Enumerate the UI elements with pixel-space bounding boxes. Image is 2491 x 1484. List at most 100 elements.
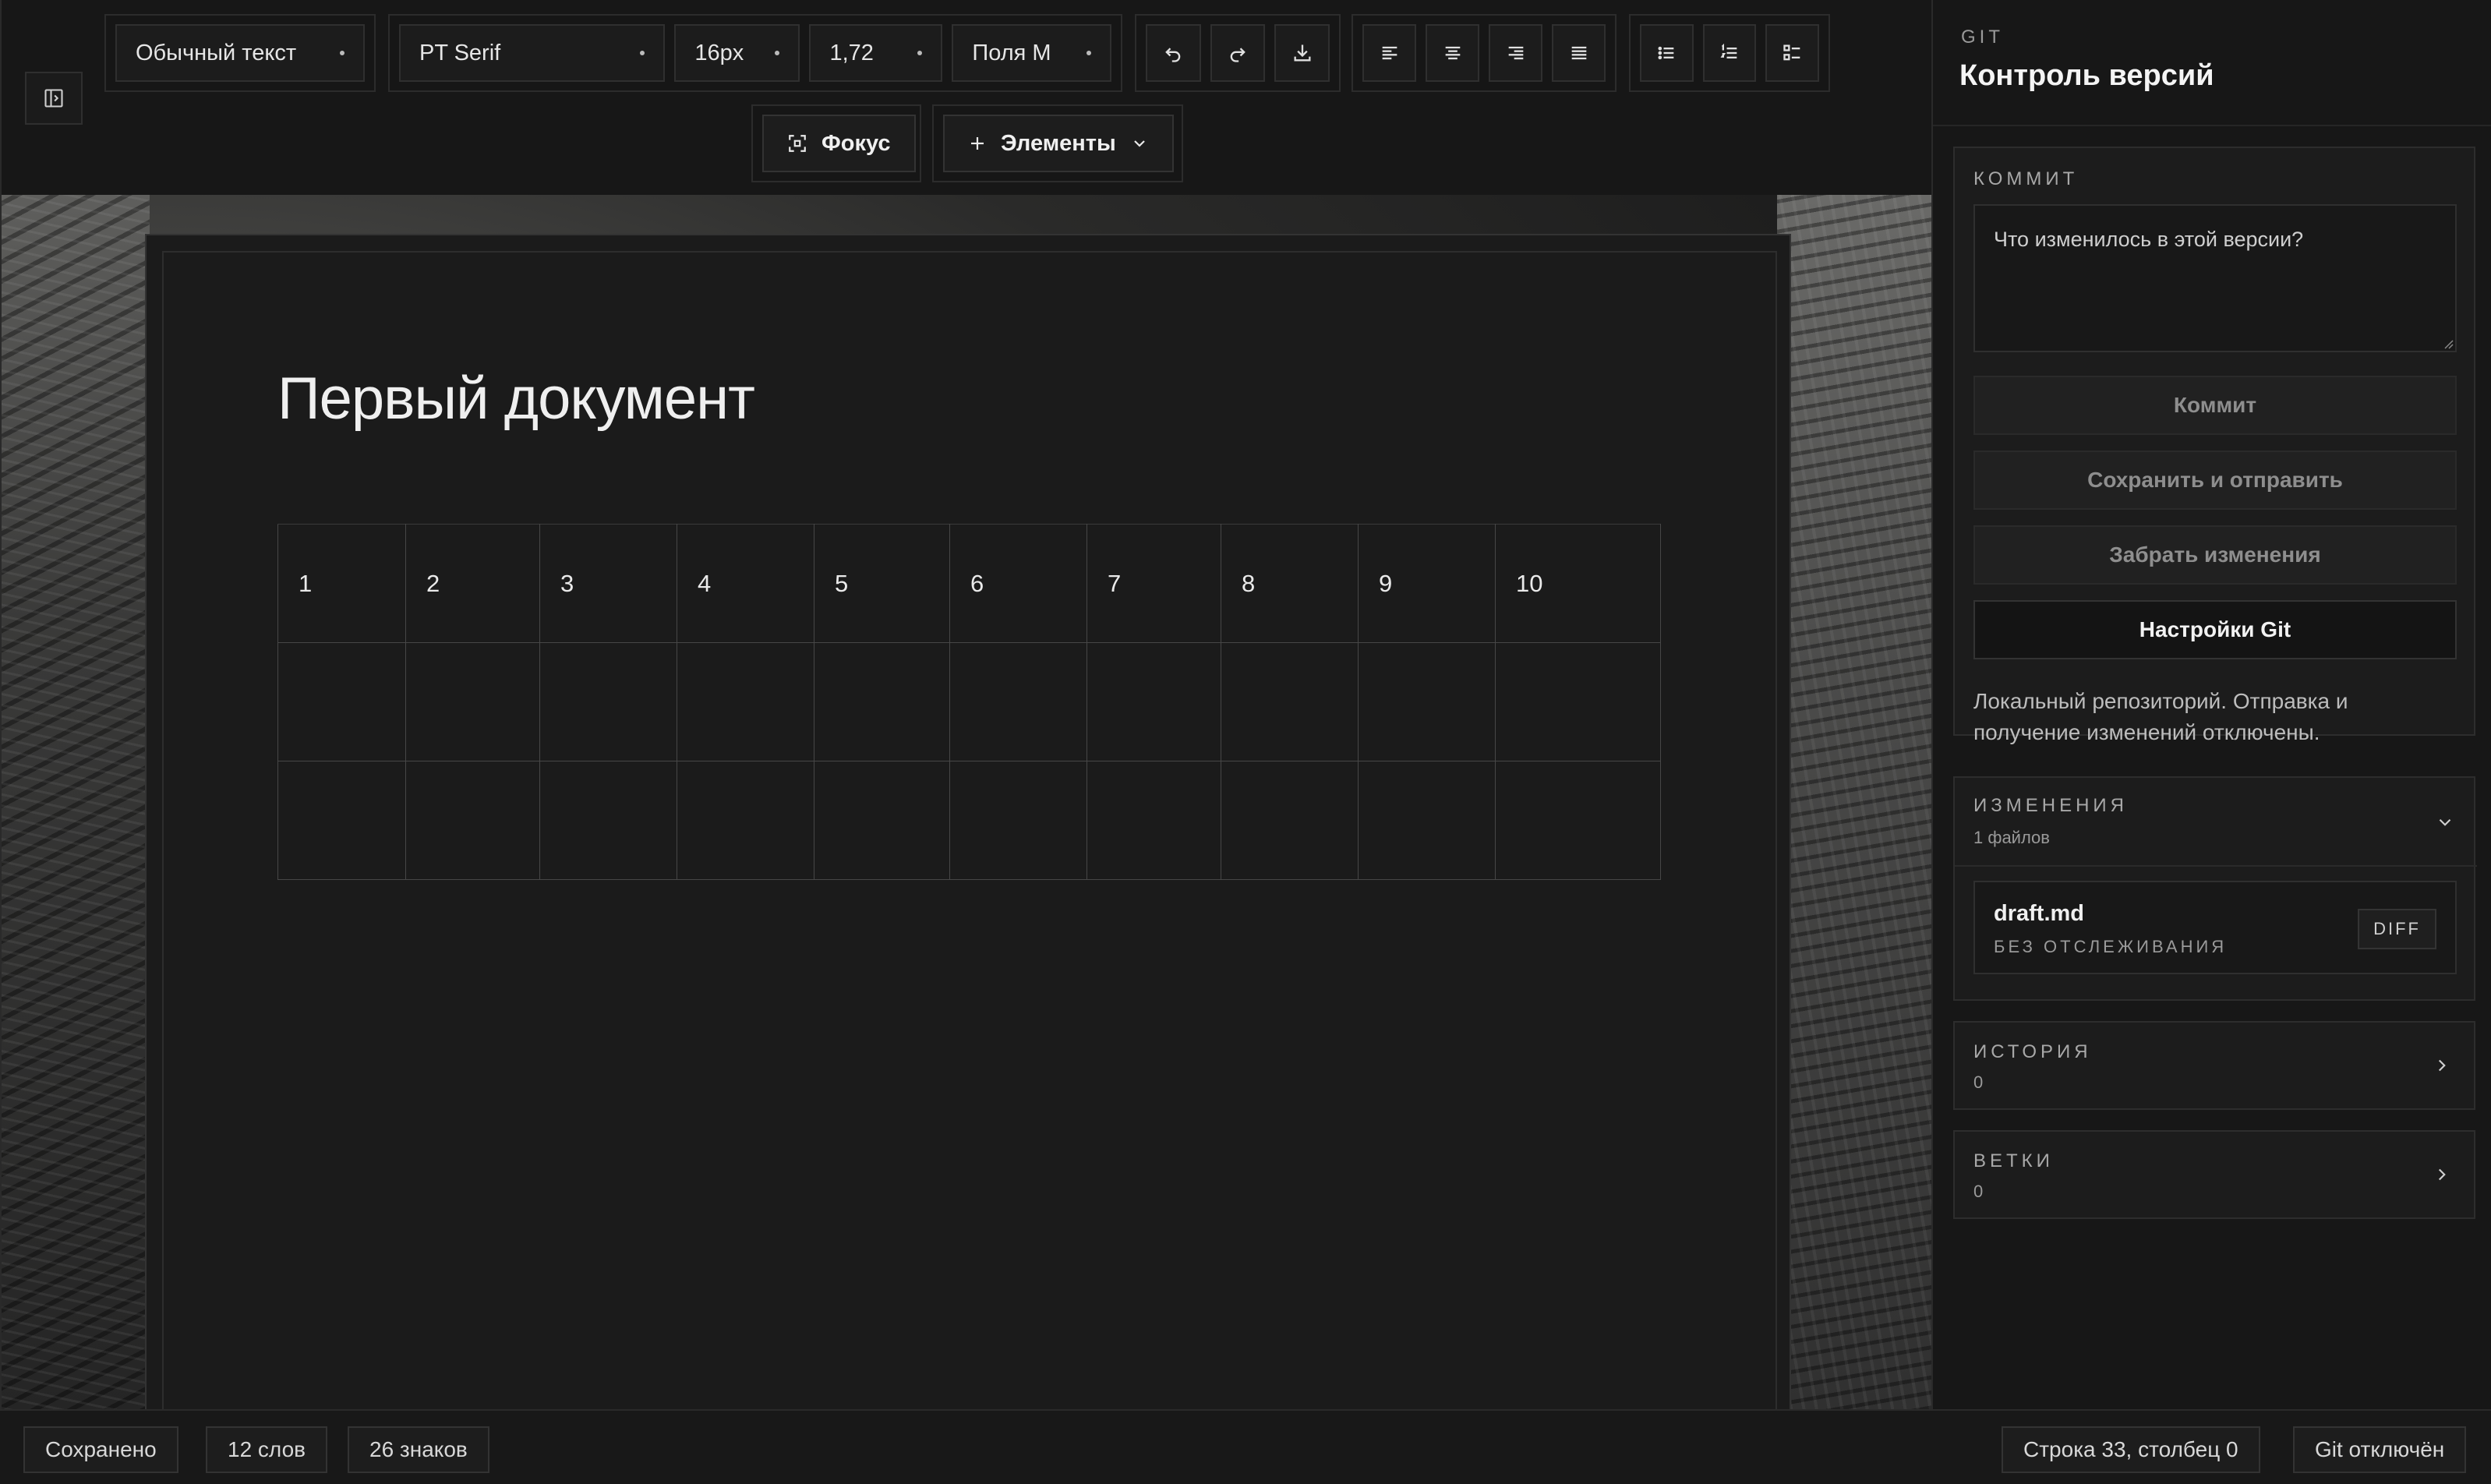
focus-group: Фокус bbox=[751, 104, 921, 182]
table-row bbox=[277, 761, 1661, 880]
table-cell[interactable] bbox=[1358, 761, 1496, 880]
text-style-group: Обычный текст bbox=[104, 14, 376, 92]
dropdown-dot-icon bbox=[917, 51, 923, 55]
table-cell[interactable]: 6 bbox=[949, 524, 1087, 643]
git-status[interactable]: Git отключён bbox=[2293, 1426, 2467, 1473]
align-right-button[interactable] bbox=[1489, 24, 1542, 82]
focus-label: Фокус bbox=[822, 130, 891, 156]
font-settings-group: PT Serif 16px 1,72 Поля M bbox=[388, 14, 1122, 92]
margins-select[interactable]: Поля M bbox=[952, 24, 1112, 82]
divider bbox=[1955, 865, 2477, 867]
table-cell[interactable] bbox=[1358, 642, 1496, 761]
table-cell[interactable]: 10 bbox=[1495, 524, 1661, 643]
download-button[interactable] bbox=[1274, 24, 1330, 82]
numbered-list-icon bbox=[1720, 43, 1737, 58]
table-row bbox=[277, 642, 1661, 761]
changes-header[interactable]: ИЗМЕНЕНИЯ 1 файлов bbox=[1955, 778, 2477, 865]
status-bar: Сохранено 12 слов 26 знаков Строка 33, с… bbox=[0, 1409, 2491, 1484]
download-icon bbox=[1294, 44, 1311, 62]
char-count: 26 знаков bbox=[348, 1426, 489, 1473]
branches-count: 0 bbox=[1973, 1182, 1984, 1201]
numbered-list-button[interactable] bbox=[1702, 24, 1757, 82]
table-cell[interactable]: 3 bbox=[539, 524, 677, 643]
sidebar-toggle-button[interactable] bbox=[25, 72, 83, 125]
font-size-select[interactable]: 16px bbox=[674, 24, 800, 82]
table-cell[interactable] bbox=[677, 761, 814, 880]
table-cell[interactable] bbox=[1086, 761, 1221, 880]
table-cell[interactable] bbox=[814, 761, 950, 880]
table-cell[interactable]: 5 bbox=[814, 524, 950, 643]
align-justify-button[interactable] bbox=[1552, 24, 1606, 82]
resize-handle-icon bbox=[2444, 340, 2454, 349]
table-cell[interactable] bbox=[277, 642, 406, 761]
alignment-group bbox=[1352, 14, 1616, 92]
table-cell[interactable] bbox=[405, 642, 540, 761]
document-page: Первый документ 1 2 3 4 5 6 7 8 9 10 bbox=[145, 234, 1791, 1409]
document-table[interactable]: 1 2 3 4 5 6 7 8 9 10 bbox=[277, 524, 1661, 880]
text-style-select[interactable]: Обычный текст bbox=[115, 24, 365, 82]
editor-area: Обычный текст PT Serif 16px 1,72 Поля M bbox=[0, 0, 1933, 1409]
document-title[interactable]: Первый документ bbox=[277, 365, 755, 433]
table-cell[interactable] bbox=[949, 642, 1087, 761]
line-height-select[interactable]: 1,72 bbox=[809, 24, 943, 82]
elements-button[interactable]: Элементы bbox=[943, 115, 1174, 172]
git-settings-button[interactable]: Настройки Git bbox=[1973, 600, 2457, 659]
table-cell[interactable]: 2 bbox=[405, 524, 540, 643]
changes-card: ИЗМЕНЕНИЯ 1 файлов draft.md БЕЗ ОТСЛЕЖИВ… bbox=[1953, 776, 2477, 1001]
save-and-push-button[interactable]: Сохранить и отправить bbox=[1973, 450, 2457, 510]
table-cell[interactable]: 4 bbox=[677, 524, 814, 643]
undo-button[interactable] bbox=[1146, 24, 1201, 82]
align-left-button[interactable] bbox=[1362, 24, 1416, 82]
table-cell[interactable]: 9 bbox=[1358, 524, 1496, 643]
text-style-value: Обычный текст bbox=[136, 40, 297, 65]
table-cell[interactable] bbox=[1221, 642, 1359, 761]
pull-button[interactable]: Забрать изменения bbox=[1973, 525, 2457, 585]
table-cell[interactable]: 7 bbox=[1086, 524, 1221, 643]
table-cell[interactable]: 1 bbox=[277, 524, 406, 643]
commit-message-input[interactable]: Что изменилось в этой версии? bbox=[1973, 204, 2457, 352]
document-body[interactable]: Первый документ 1 2 3 4 5 6 7 8 9 10 bbox=[162, 251, 1777, 1409]
bullet-list-button[interactable] bbox=[1640, 24, 1694, 82]
changes-count: 1 файлов bbox=[1973, 828, 2050, 847]
checklist-button[interactable] bbox=[1765, 24, 1820, 82]
table-cell[interactable] bbox=[1086, 642, 1221, 761]
diff-button[interactable]: DIFF bbox=[2358, 909, 2436, 949]
elements-label: Элементы bbox=[1001, 130, 1116, 156]
background-image bbox=[1777, 195, 1933, 1409]
chevron-right-icon bbox=[2438, 1168, 2446, 1181]
toolbar: Обычный текст PT Serif 16px 1,72 Поля M bbox=[2, 0, 1933, 195]
table-cell[interactable] bbox=[539, 761, 677, 880]
table-cell[interactable] bbox=[277, 761, 406, 880]
table-cell[interactable] bbox=[949, 761, 1087, 880]
changed-file-item[interactable]: draft.md БЕЗ ОТСЛЕЖИВАНИЯ DIFF bbox=[1973, 881, 2457, 974]
align-center-icon bbox=[1445, 46, 1460, 60]
divider bbox=[1933, 125, 2491, 126]
panel-title: Контроль версий bbox=[1959, 59, 2214, 92]
history-count: 0 bbox=[1973, 1072, 1984, 1092]
branches-card[interactable]: ВЕТКИ 0 bbox=[1953, 1130, 2475, 1219]
git-panel: GIT Контроль версий КОММИТ Что изменилос… bbox=[1931, 0, 2491, 1409]
redo-icon bbox=[1230, 48, 1246, 62]
table-cell[interactable] bbox=[1221, 761, 1359, 880]
redo-button[interactable] bbox=[1210, 24, 1266, 82]
table-cell[interactable] bbox=[1495, 642, 1661, 761]
font-size-value: 16px bbox=[694, 40, 744, 65]
checklist-icon bbox=[1783, 44, 1800, 61]
table-cell[interactable] bbox=[539, 642, 677, 761]
table-cell[interactable] bbox=[814, 642, 950, 761]
table-cell[interactable] bbox=[405, 761, 540, 880]
document-canvas: Первый документ 1 2 3 4 5 6 7 8 9 10 bbox=[2, 195, 1933, 1409]
focus-button[interactable]: Фокус bbox=[762, 115, 916, 172]
history-group bbox=[1135, 14, 1341, 92]
history-card[interactable]: ИСТОРИЯ 0 bbox=[1953, 1021, 2475, 1110]
plus-icon bbox=[971, 137, 984, 150]
table-cell[interactable]: 8 bbox=[1221, 524, 1359, 643]
align-center-button[interactable] bbox=[1426, 24, 1479, 82]
table-cell[interactable] bbox=[677, 642, 814, 761]
commit-button[interactable]: Коммит bbox=[1973, 376, 2457, 435]
table-cell[interactable] bbox=[1495, 761, 1661, 880]
branches-heading: ВЕТКИ bbox=[1973, 1150, 2054, 1171]
font-select[interactable]: PT Serif bbox=[399, 24, 666, 82]
margins-value: Поля M bbox=[972, 40, 1051, 65]
undo-icon bbox=[1165, 48, 1181, 62]
